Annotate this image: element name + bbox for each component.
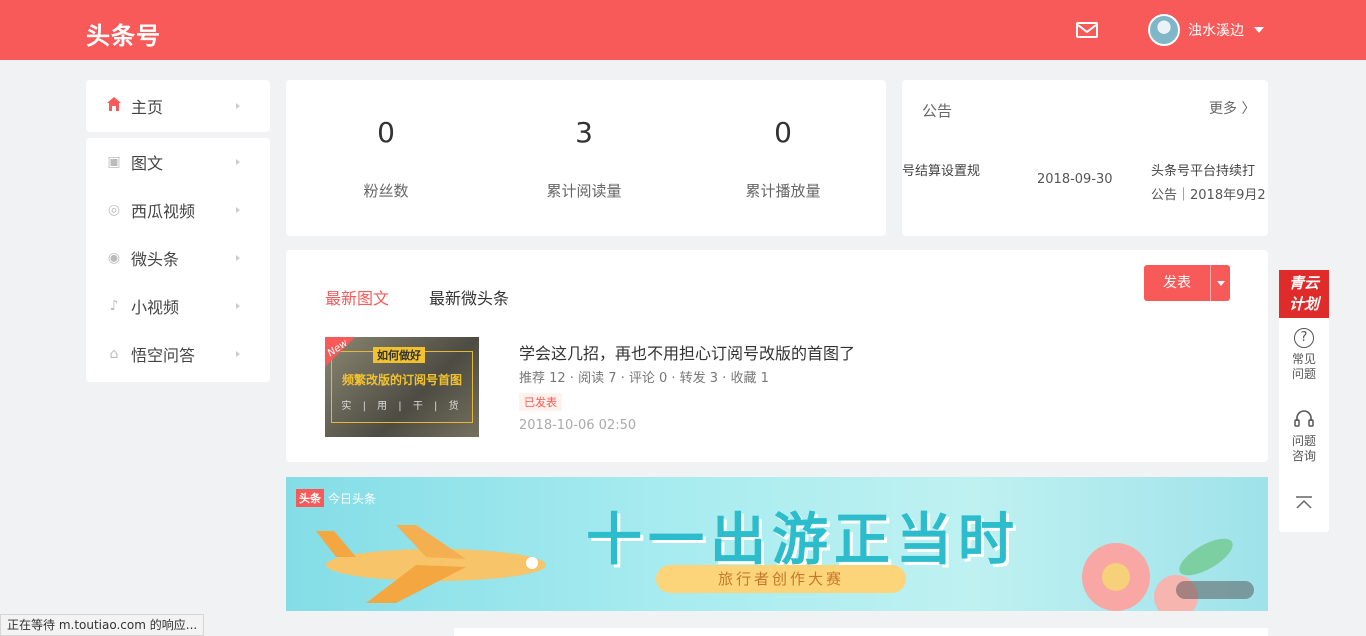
chevron-down-icon[interactable] (1217, 281, 1225, 286)
qingyun-plan-badge[interactable]: 青云 计划 (1279, 270, 1329, 318)
qa-icon: ⌂ (109, 346, 119, 362)
image-text-icon: ▣ (107, 154, 121, 170)
notice-title: 公告 (922, 102, 953, 120)
stat-label: 累计播放量 (745, 182, 821, 200)
sidebar-item-image-text[interactable]: ▣ 图文 (86, 138, 270, 186)
stat-label: 累计阅读量 (546, 182, 622, 200)
chevron-down-icon[interactable] (1254, 27, 1264, 33)
stat-label: 粉丝数 (363, 182, 409, 200)
article-stats: 推荐 12 · 阅读 7 · 评论 0 · 转发 3 · 收藏 1 (519, 371, 769, 386)
badge-line: 计划 (1288, 295, 1319, 313)
promo-banner[interactable]: 头条 今日头条 十一出游正当时 旅行者创作大赛 (286, 477, 1268, 611)
stat-value: 0 (774, 116, 792, 149)
banner-headline: 十一出游正当时 (586, 508, 1020, 573)
mail-icon[interactable] (1076, 22, 1098, 38)
headset-icon (1294, 410, 1314, 427)
next-card-edge (454, 628, 1268, 636)
sidebar-item-label: 微头条 (131, 250, 180, 269)
badge-line: 青云 (1288, 274, 1319, 292)
right-floating-toolbar: 青云 计划 ? 常见问题 问题咨询 (1279, 270, 1329, 532)
divider (1210, 265, 1211, 301)
consult-button[interactable]: 问题咨询 (1279, 408, 1329, 464)
thumbnail-subtitle: 实 | 用 | 干 | 货 (341, 401, 463, 412)
status-badge: 已发表 (519, 393, 562, 411)
notice-more-link[interactable]: 更多 〉 (1209, 98, 1255, 118)
notice-card: 公告 更多 〉 号结算设置规 2018-09-30 头条号平台持续打 公告｜20… (902, 80, 1268, 236)
tab-latest-micro-posts[interactable]: 最新微头条 (429, 285, 509, 309)
sidebar-item-short-video[interactable]: ♪ 小视频 (86, 282, 270, 330)
banner-subtitle: 旅行者创作大赛 (656, 565, 906, 593)
airplane-icon (316, 525, 546, 603)
tab-latest-articles[interactable]: 最新图文 (325, 285, 389, 309)
username[interactable]: 浊水溪边 (1188, 20, 1244, 40)
logo[interactable]: 头条号 (86, 16, 161, 51)
sidebar-item-home[interactable]: 主页 (86, 82, 270, 130)
more-label: 更多 (1209, 101, 1237, 117)
publish-label: 发表 (1163, 275, 1191, 291)
sidebar-item-label: 悟空问答 (131, 346, 196, 365)
video-icon: ◎ (107, 202, 121, 218)
thumbnail-tag: 如何做好 (373, 347, 425, 363)
faq-button[interactable]: ? 常见问题 (1279, 328, 1329, 382)
notice-item-title[interactable]: 号结算设置规 (902, 160, 980, 179)
article-title[interactable]: 学会这几招，再也不用担心订阅号改版的首图了 (519, 340, 855, 364)
stat-value: 0 (377, 116, 395, 149)
chevron-right-icon (236, 255, 240, 261)
sidebar-item-video[interactable]: ◎ 西瓜视频 (86, 186, 270, 234)
article-date: 2018-10-06 02:50 (519, 418, 637, 433)
back-to-top-icon[interactable] (1294, 496, 1314, 510)
micro-post-icon: ◉ (107, 250, 121, 266)
avatar[interactable] (1148, 14, 1180, 46)
short-video-icon: ♪ (109, 298, 119, 314)
chevron-right-icon (236, 207, 240, 213)
sidebar-item-label: 图文 (131, 154, 164, 173)
question-icon: ? (1294, 328, 1314, 348)
sidebar-item-qa[interactable]: ⌂ 悟空问答 (86, 330, 270, 378)
article-thumbnail[interactable]: 如何做好 频繁改版的订阅号首图 实 | 用 | 干 | 货 New (325, 337, 479, 437)
notice-item-meta: 公告｜2018年9月2 (1151, 188, 1266, 203)
chevron-right-icon (236, 303, 240, 309)
notice-item-date: 2018-09-30 (1037, 172, 1113, 187)
browser-status-bar: 正在等待 m.toutiao.com 的响应... (0, 614, 205, 636)
chevron-right-icon: 〉 (1241, 101, 1256, 117)
top-bar: 头条号 浊水溪边 (0, 0, 1366, 60)
sidebar-home-card: 主页 (86, 80, 270, 132)
sidebar-nav: ▣ 图文 ◎ 西瓜视频 ◉ 微头条 ♪ 小视频 ⌂ 悟空问答 (86, 138, 270, 382)
notice-item-title[interactable]: 头条号平台持续打 (1151, 160, 1255, 179)
stats-card: 0 粉丝数 3 累计阅读量 0 累计播放量 (286, 80, 886, 236)
sidebar-item-label: 小视频 (131, 298, 180, 317)
latest-articles-card: 最新图文 最新微头条 发表 如何做好 频繁改版的订阅号首图 实 | 用 | 干 … (286, 250, 1268, 462)
home-icon (107, 97, 121, 111)
user-menu[interactable]: 浊水溪边 (1148, 14, 1264, 46)
thumbnail-title: 频繁改版的订阅号首图 (341, 373, 462, 387)
sidebar-item-micro-post[interactable]: ◉ 微头条 (86, 234, 270, 282)
faq-label: 常见问题 (1291, 352, 1316, 381)
stat-value: 3 (575, 116, 593, 149)
publish-button[interactable]: 发表 (1144, 265, 1230, 301)
chevron-right-icon (236, 159, 240, 165)
banner-brand: 头条 今日头条 (296, 489, 376, 507)
toutiao-logo: 头条 (296, 489, 324, 507)
chevron-right-icon (236, 103, 240, 109)
carousel-indicator[interactable] (1176, 581, 1254, 599)
chevron-right-icon (236, 351, 240, 357)
banner-brand-text: 今日头条 (328, 491, 377, 506)
consult-label: 问题咨询 (1291, 434, 1316, 463)
sidebar-item-label: 主页 (131, 98, 164, 117)
sidebar-item-label: 西瓜视频 (131, 202, 196, 221)
